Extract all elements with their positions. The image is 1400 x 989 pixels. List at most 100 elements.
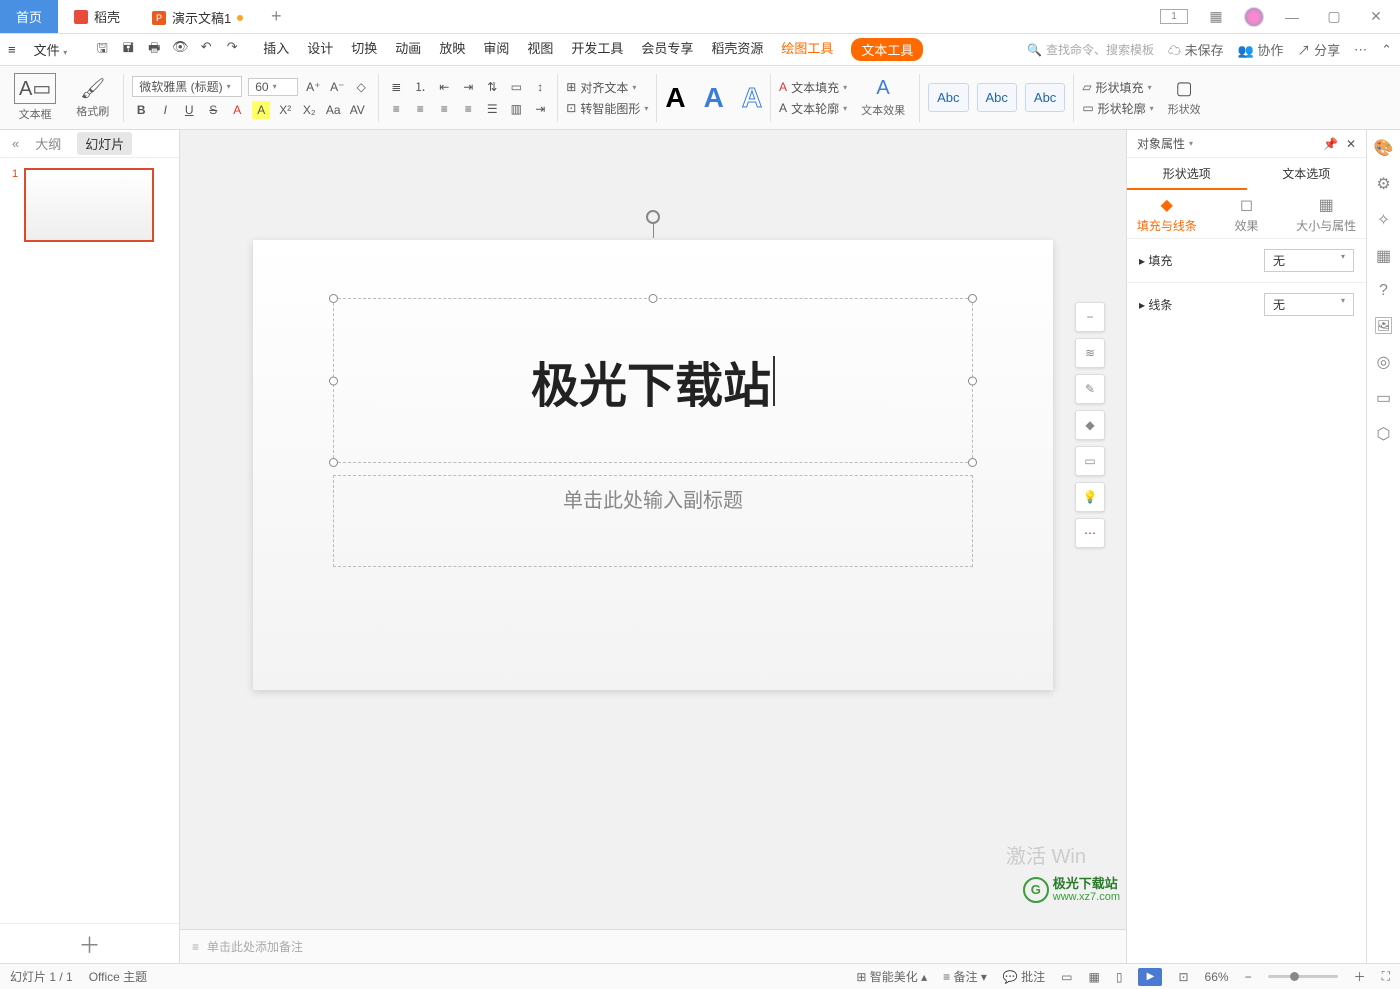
highlight-button[interactable]: A: [252, 101, 270, 119]
zoom-thumb[interactable]: [1290, 972, 1299, 981]
collapse-left-icon[interactable]: «: [12, 136, 19, 151]
text-effects-group[interactable]: A 文本效果: [855, 77, 911, 118]
user-avatar[interactable]: [1244, 7, 1264, 27]
sidebar-grid-icon[interactable]: ▦: [1376, 246, 1391, 266]
font-color-button[interactable]: A: [228, 101, 246, 119]
view-sorter-icon[interactable]: ▦: [1089, 970, 1100, 984]
ribbon-tab-insert[interactable]: 插入: [263, 38, 289, 61]
subtitle-textbox[interactable]: 单击此处输入副标题: [333, 475, 973, 567]
tabs-button[interactable]: ⇥: [531, 100, 549, 118]
sidebar-help-icon[interactable]: ?: [1379, 282, 1388, 300]
handle-ne[interactable]: [968, 294, 977, 303]
subtab-effects[interactable]: ◻效果: [1207, 190, 1287, 238]
handle-n[interactable]: [649, 294, 658, 303]
shape-outline-button[interactable]: ▭形状轮廓▾: [1082, 100, 1153, 117]
tab-add-button[interactable]: +: [259, 0, 293, 33]
ribbon-tab-member[interactable]: 会员专享: [641, 38, 693, 61]
tab-shape-options[interactable]: 形状选项: [1127, 158, 1247, 190]
slideshow-button[interactable]: ▶: [1138, 968, 1162, 986]
clear-format-icon[interactable]: ◇: [352, 78, 370, 96]
textbox-group[interactable]: A▭ 文本框: [8, 73, 62, 122]
line-toggle[interactable]: ▸ 线条: [1139, 296, 1172, 313]
char-spacing-button[interactable]: AV: [348, 101, 366, 119]
handle-sw[interactable]: [329, 458, 338, 467]
shape-style-1[interactable]: Abc: [928, 83, 968, 112]
share-button[interactable]: ↗ 分享: [1297, 40, 1340, 59]
text-style-preset-2[interactable]: A: [704, 82, 724, 114]
shape-style-2[interactable]: Abc: [977, 83, 1017, 112]
notes-button[interactable]: ≡ 备注 ▾: [943, 968, 987, 985]
font-size-select[interactable]: 60▾: [248, 78, 298, 96]
zoom-out-button[interactable]: −: [1245, 970, 1252, 984]
sidebar-design-icon[interactable]: 🎨: [1374, 138, 1394, 158]
increase-font-icon[interactable]: A⁺: [304, 78, 322, 96]
sidebar-star-icon[interactable]: ✧: [1377, 210, 1390, 230]
zoom-value[interactable]: 66%: [1205, 970, 1229, 984]
add-slide-button[interactable]: ＋: [0, 923, 179, 963]
pin-icon[interactable]: 📌: [1323, 137, 1338, 151]
ribbon-tab-transition[interactable]: 切换: [351, 38, 377, 61]
bulb-icon[interactable]: 💡: [1075, 482, 1105, 512]
smart-convert-button[interactable]: ⊡转智能图形▾: [566, 100, 648, 117]
minimize-button[interactable]: —: [1278, 9, 1306, 25]
file-menu[interactable]: 文件 ▾: [24, 38, 78, 61]
zoom-out-icon[interactable]: −: [1075, 302, 1105, 332]
line-spacing-button[interactable]: ↕: [531, 78, 549, 96]
ribbon-tab-view[interactable]: 视图: [527, 38, 553, 61]
text-outline-button[interactable]: A文本轮廓▾: [779, 100, 847, 117]
sidebar-target-icon[interactable]: ◎: [1377, 352, 1391, 372]
layout-1-icon[interactable]: 1: [1160, 9, 1188, 24]
frame-icon[interactable]: ▭: [1075, 446, 1105, 476]
decrease-font-icon[interactable]: A⁻: [328, 78, 346, 96]
close-panel-icon[interactable]: ✕: [1346, 137, 1356, 151]
ribbon-tab-text-tools[interactable]: 文本工具: [851, 38, 923, 61]
format-painter-group[interactable]: 🖌 格式刷: [70, 76, 115, 119]
fullscreen-icon[interactable]: ⛶: [1382, 969, 1390, 984]
numbers-button[interactable]: ⒈: [411, 78, 429, 96]
font-name-select[interactable]: 微软雅黑 (标题)▾: [132, 76, 242, 97]
align-text-button[interactable]: ⊞对齐文本▾: [566, 79, 648, 96]
text-fill-button[interactable]: A文本填充▾: [779, 79, 847, 96]
sidebar-book-icon[interactable]: ▭: [1376, 388, 1391, 408]
handle-se[interactable]: [968, 458, 977, 467]
view-reading-icon[interactable]: ▯: [1116, 970, 1123, 984]
fill-select[interactable]: 无▾: [1264, 249, 1354, 272]
smart-beautify-button[interactable]: ⊞ 智能美化 ▴: [856, 968, 927, 985]
tab-doke[interactable]: 稻壳: [58, 0, 136, 33]
more-icon[interactable]: ⋯: [1354, 42, 1367, 58]
ribbon-tab-design[interactable]: 设计: [307, 38, 333, 61]
shape-effects-group[interactable]: ▢ 形状效: [1162, 78, 1207, 117]
sidebar-cube-icon[interactable]: ⬡: [1377, 424, 1391, 444]
tab-outline[interactable]: 大纲: [35, 134, 61, 153]
canvas-stage[interactable]: 极光下载站 单击此处输入副标题 − ≋ ✎ ◆ ▭ 💡 ⋯ 激活 Win G: [180, 130, 1126, 929]
handle-e[interactable]: [968, 376, 977, 385]
unsaved-button[interactable]: ☁ 未保存: [1168, 40, 1224, 59]
tab-document[interactable]: P 演示文稿1: [136, 0, 259, 33]
save-as-icon[interactable]: 🖬: [119, 39, 137, 61]
line-select[interactable]: 无▾: [1264, 293, 1354, 316]
align-justify-button[interactable]: ≡: [459, 100, 477, 118]
apps-icon[interactable]: ▦: [1202, 8, 1230, 25]
close-button[interactable]: ✕: [1362, 8, 1390, 25]
print-preview-icon[interactable]: 👁: [171, 39, 189, 61]
shape-style-3[interactable]: Abc: [1025, 83, 1065, 112]
underline-button[interactable]: U: [180, 101, 198, 119]
sidebar-image-icon[interactable]: 🖼: [1373, 316, 1393, 336]
shape-fill-button[interactable]: ▱形状填充▾: [1082, 79, 1153, 96]
zoom-slider[interactable]: [1268, 975, 1338, 978]
text-style-preset-1[interactable]: A: [665, 82, 685, 114]
zoom-in-button[interactable]: ＋: [1354, 968, 1366, 985]
ribbon-tab-doke[interactable]: 稻壳资源: [711, 38, 763, 61]
align-right-button[interactable]: ≡: [435, 100, 453, 118]
align-center-button[interactable]: ≡: [411, 100, 429, 118]
bold-button[interactable]: B: [132, 101, 150, 119]
undo-icon[interactable]: ↶: [197, 39, 215, 61]
title-textbox[interactable]: 极光下载站: [333, 298, 973, 463]
tab-slides[interactable]: 幻灯片: [77, 132, 132, 155]
save-icon[interactable]: 🖫: [93, 39, 111, 61]
ribbon-tab-draw-tools[interactable]: 绘图工具: [781, 38, 833, 61]
italic-button[interactable]: I: [156, 101, 174, 119]
print-icon[interactable]: 🖶: [145, 39, 163, 61]
hamburger-icon[interactable]: ≡: [8, 42, 16, 57]
ribbon-tab-slideshow[interactable]: 放映: [439, 38, 465, 61]
